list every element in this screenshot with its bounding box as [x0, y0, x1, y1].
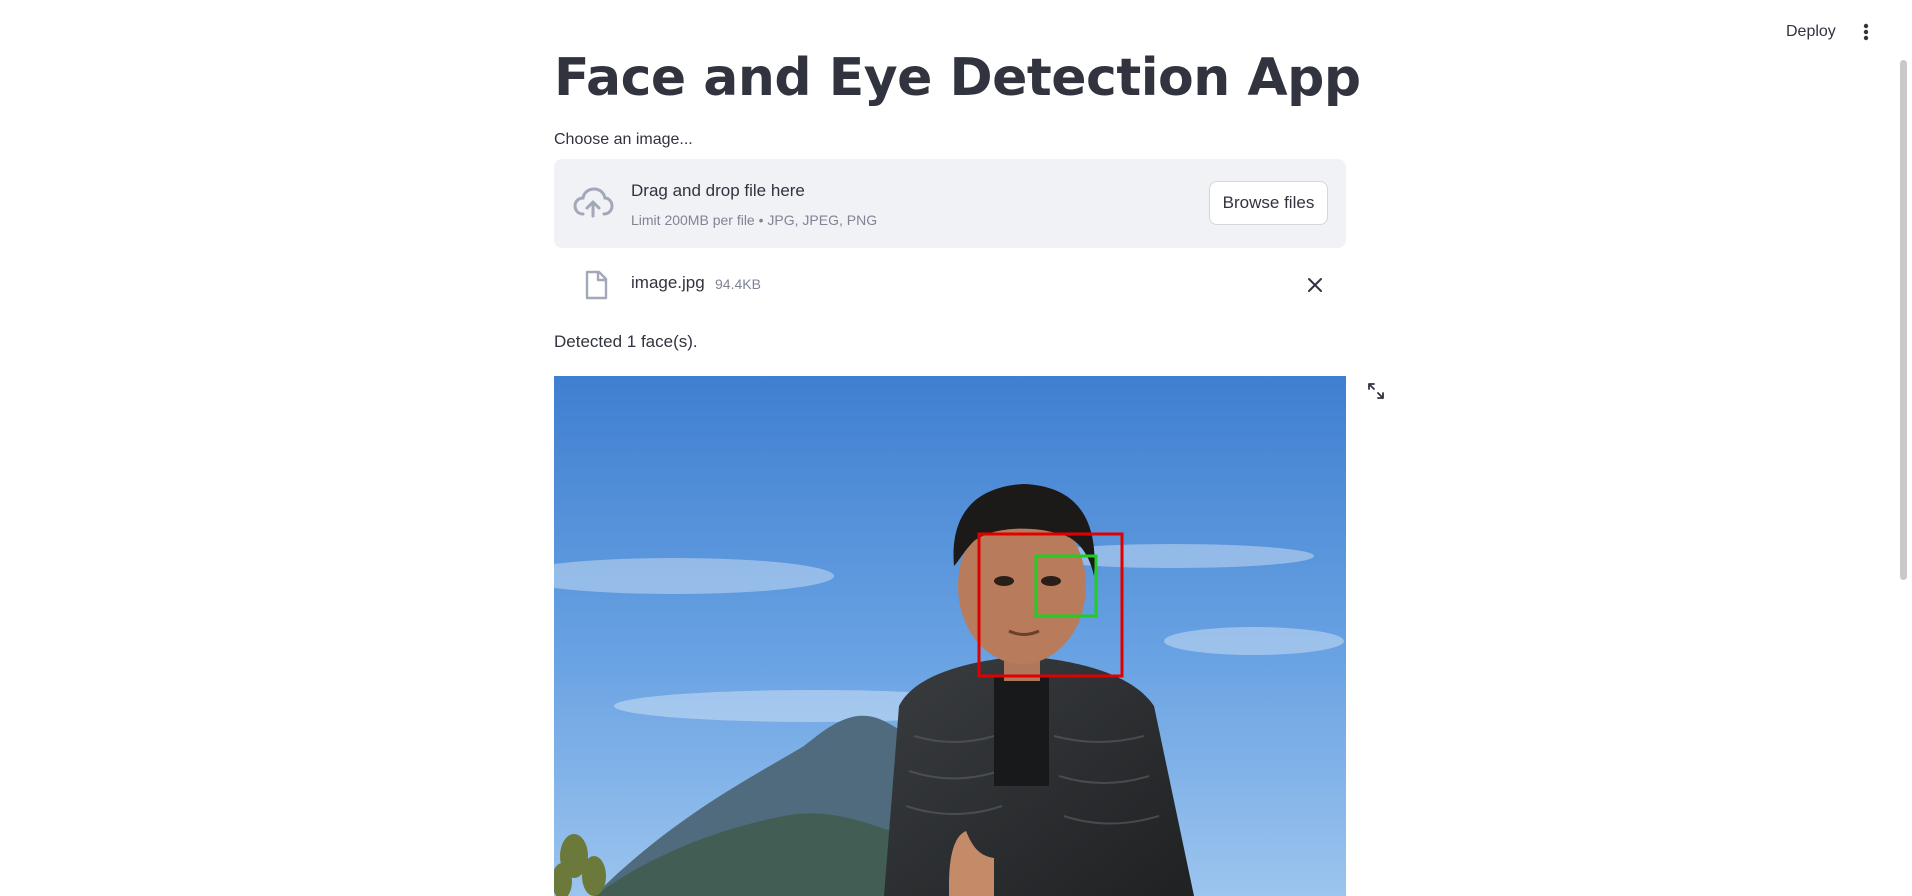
result-image: [554, 376, 1346, 896]
kebab-menu-icon[interactable]: [1850, 16, 1882, 48]
file-name: image.jpg: [631, 273, 705, 292]
detection-result-text: Detected 1 face(s).: [554, 332, 698, 351]
uploader-label: Choose an image...: [554, 131, 693, 148]
deploy-button[interactable]: Deploy: [1774, 16, 1848, 48]
file-size: 94.4KB: [715, 276, 761, 292]
dropzone-subtitle: Limit 200MB per file • JPG, JPEG, PNG: [631, 212, 878, 228]
browse-files-button[interactable]: Browse files: [1209, 181, 1328, 225]
file-dropzone[interactable]: Drag and drop file here Limit 200MB per …: [554, 159, 1346, 248]
close-icon[interactable]: [1304, 274, 1326, 296]
cloud-upload-icon: [572, 183, 614, 225]
fullscreen-icon[interactable]: [1365, 380, 1387, 402]
scrollbar[interactable]: [1900, 60, 1907, 580]
file-icon: [582, 270, 610, 300]
page-title: Face and Eye Detection App: [554, 48, 1361, 108]
uploaded-file-row: image.jpg 94.4KB: [554, 262, 1346, 306]
dropzone-title: Drag and drop file here: [631, 181, 805, 200]
